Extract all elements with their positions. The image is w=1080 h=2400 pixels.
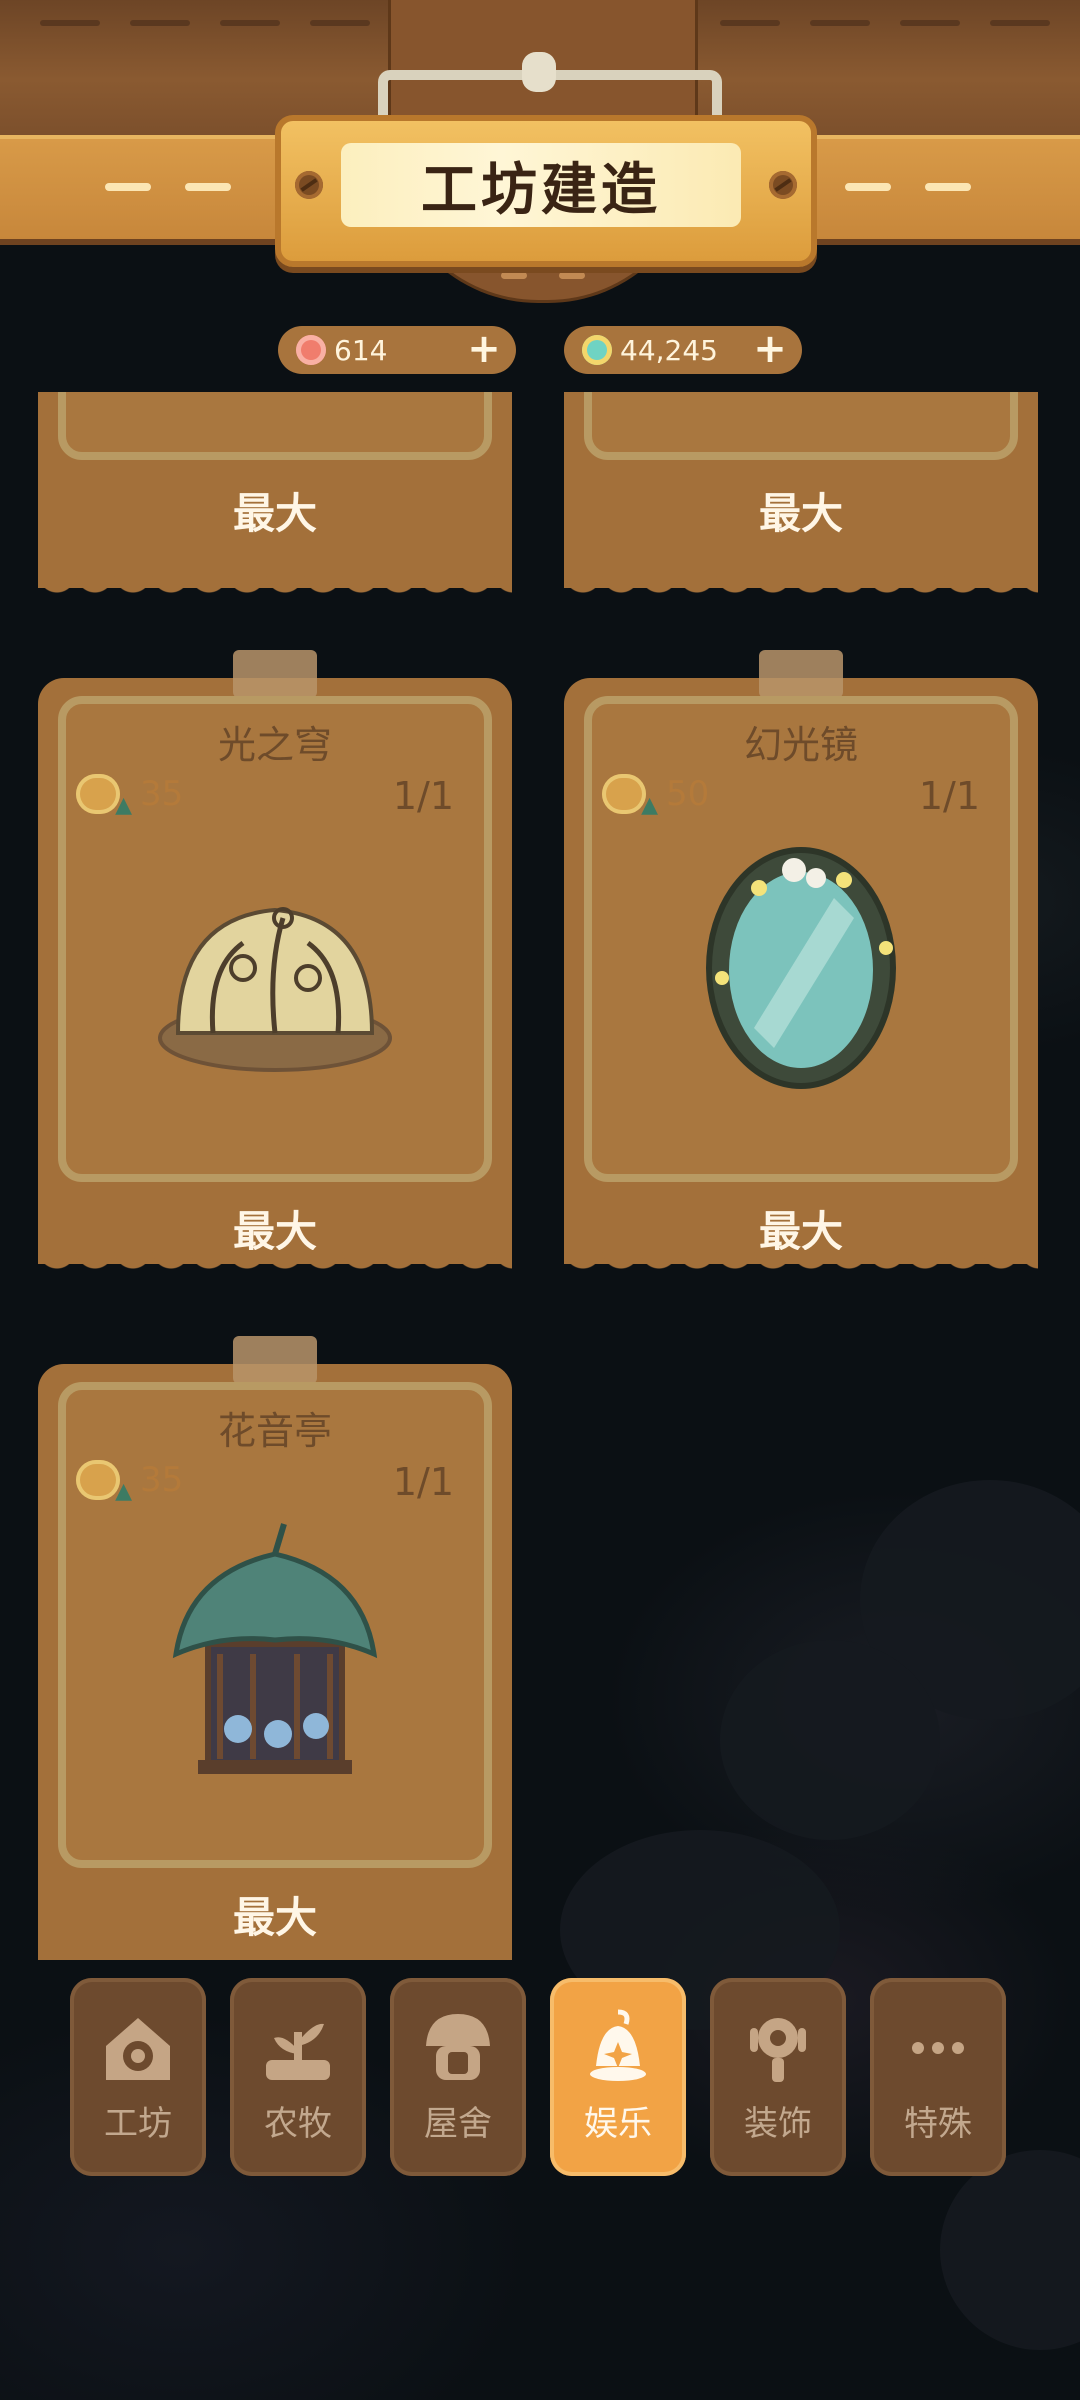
page-title: 工坊建造: [341, 143, 741, 227]
lamp-icon: [750, 2018, 806, 2082]
card-edge: [38, 574, 512, 602]
add-flower-button[interactable]: +: [466, 329, 502, 369]
title-board: 工坊建造: [275, 115, 817, 267]
tab-label: 屋舍: [424, 2104, 492, 2144]
card-edge: [564, 574, 1038, 602]
game-screen: 工坊建造 614 + 44,245 + 最大 最大 光之穹 ▲ 35 1/1 最…: [0, 0, 1080, 2400]
building-card[interactable]: 最大: [564, 392, 1038, 602]
star-gem-icon: [582, 335, 612, 365]
card-tab: [759, 650, 843, 698]
card-status: 最大: [758, 489, 843, 538]
tab-entertainment[interactable]: 娱乐: [550, 1978, 686, 2176]
gear-house-icon: [106, 2018, 170, 2080]
mushroom-house-icon: [426, 2014, 490, 2080]
coin-upgrade-icon: [602, 774, 658, 818]
coin-upgrade-icon: [76, 1460, 132, 1504]
currency-gem-value: 44,245: [620, 333, 718, 367]
card-cost: 35: [76, 774, 184, 818]
building-card-light-dome[interactable]: 光之穹 35 1/1 最大: [38, 650, 512, 1278]
card-status: 最大: [232, 489, 317, 538]
building-list[interactable]: 最大 最大 光之穹 35 1/1: [0, 392, 1080, 1960]
light-dome-icon: [38, 848, 512, 1108]
card-panel: [58, 392, 492, 460]
sprout-icon: [266, 2023, 330, 2080]
card-count: 1/1: [392, 774, 454, 818]
card-panel: [584, 392, 1018, 460]
card-status: 最大: [232, 1893, 317, 1942]
tab-housing[interactable]: 屋舍: [390, 1978, 526, 2176]
tab-label: 装饰: [744, 2104, 812, 2144]
flower-pavilion-icon: [38, 1514, 512, 1804]
card-cost: 35: [76, 1460, 184, 1504]
card-name: 花音亭: [217, 1409, 332, 1453]
tab-label: 娱乐: [584, 2104, 652, 2144]
card-tab: [233, 650, 317, 698]
magic-mirror-icon: [564, 828, 1038, 1108]
card-edge: [38, 1250, 512, 1278]
flower-token-icon: [296, 335, 326, 365]
more-icon: [912, 2042, 964, 2054]
currency-gem: 44,245 +: [564, 326, 802, 374]
tab-label: 工坊: [104, 2104, 172, 2144]
card-edge: [564, 1250, 1038, 1278]
bell-lantern-icon: [590, 2009, 646, 2081]
add-gem-button[interactable]: +: [752, 329, 788, 369]
card-count: 1/1: [392, 1460, 454, 1504]
tab-decoration[interactable]: 装饰: [710, 1978, 846, 2176]
card-count: 1/1: [918, 774, 980, 818]
currency-flower: 614 +: [278, 326, 516, 374]
tab-label: 特殊: [904, 2104, 972, 2144]
screw-icon: [295, 171, 323, 199]
building-card-flower-pavilion[interactable]: 花音亭 35 1/1 最大: [38, 1336, 512, 1960]
card-cost-value: 50: [666, 774, 710, 814]
card-name: 光之穹: [217, 723, 332, 767]
building-card[interactable]: 最大: [38, 392, 512, 602]
tab-farming[interactable]: 农牧: [230, 1978, 366, 2176]
card-cost: 50: [602, 774, 710, 818]
screw-icon: [769, 171, 797, 199]
coin-upgrade-icon: [76, 774, 132, 818]
card-cost-value: 35: [140, 774, 184, 814]
card-cost-value: 35: [140, 1460, 184, 1500]
card-name: 幻光镜: [743, 723, 858, 767]
card-tab: [233, 1336, 317, 1384]
tab-label: 农牧: [264, 2104, 332, 2144]
tab-special[interactable]: 特殊: [870, 1978, 1006, 2176]
building-card-magic-mirror[interactable]: 幻光镜 50 1/1 最大: [564, 650, 1038, 1278]
tab-workshop[interactable]: 工坊: [70, 1978, 206, 2176]
currency-flower-value: 614: [334, 333, 388, 367]
hanger-ring: [522, 52, 556, 92]
